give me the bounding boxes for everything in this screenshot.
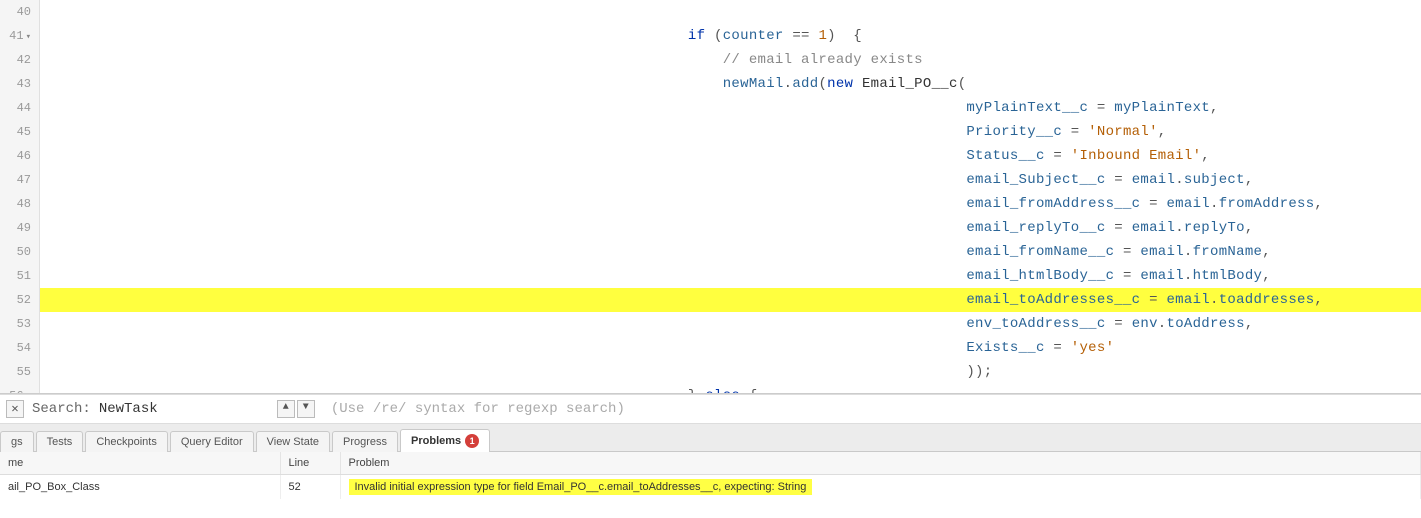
tab-checkpoints[interactable]: Checkpoints [85, 431, 168, 452]
code-line[interactable]: newMail.add(new Email_PO__c( [40, 72, 1421, 96]
line-number: 46 [0, 144, 31, 168]
line-number: 45 [0, 120, 31, 144]
tab-gs[interactable]: gs [0, 431, 34, 452]
tab-problems[interactable]: Problems1 [400, 429, 490, 452]
code-line[interactable]: email_Subject__c = email.subject, [40, 168, 1421, 192]
line-number: 48 [0, 192, 31, 216]
panel-tabbar: gsTestsCheckpointsQuery EditorView State… [0, 424, 1421, 452]
line-gutter: 4041424344454647484950515253545556 [0, 0, 40, 393]
line-number: 41 [0, 24, 31, 48]
search-label: Search: [32, 401, 91, 417]
code-line[interactable]: Status__c = 'Inbound Email', [40, 144, 1421, 168]
code-line[interactable]: myPlainText__c = myPlainText, [40, 96, 1421, 120]
search-hint: (Use /re/ syntax for regexp search) [331, 401, 625, 417]
col-header-problem[interactable]: Problem [340, 452, 1421, 474]
code-line[interactable]: email_toAddresses__c = email.toaddresses… [40, 288, 1421, 312]
code-line[interactable]: email_htmlBody__c = email.htmlBody, [40, 264, 1421, 288]
close-search-button[interactable]: ✕ [6, 400, 24, 418]
problems-count-badge: 1 [465, 434, 479, 448]
problems-table: me Line Problem ail_PO_Box_Class52 Invali… [0, 452, 1421, 499]
line-number: 54 [0, 336, 31, 360]
col-header-name[interactable]: me [0, 452, 280, 474]
tab-progress[interactable]: Progress [332, 431, 398, 452]
line-number: 47 [0, 168, 31, 192]
problem-name: ail_PO_Box_Class [0, 474, 280, 499]
line-number: 52 [0, 288, 31, 312]
code-line[interactable]: )); [40, 360, 1421, 384]
code-line[interactable]: Priority__c = 'Normal', [40, 120, 1421, 144]
code-line[interactable]: if (counter == 1) { [40, 24, 1421, 48]
problem-message-cell: Invalid initial expression type for fiel… [340, 474, 1421, 499]
line-number: 51 [0, 264, 31, 288]
line-number: 49 [0, 216, 31, 240]
code-area[interactable]: if (counter == 1) { // email already exi… [40, 0, 1421, 393]
problem-line: 52 [280, 474, 340, 499]
search-prev-button[interactable]: ▲ [277, 400, 295, 418]
line-number: 44 [0, 96, 31, 120]
line-number: 56 [0, 384, 31, 394]
search-input[interactable] [99, 401, 269, 417]
tab-view-state[interactable]: View State [256, 431, 330, 452]
code-line[interactable]: email_replyTo__c = email.replyTo, [40, 216, 1421, 240]
line-number: 50 [0, 240, 31, 264]
tab-query-editor[interactable]: Query Editor [170, 431, 254, 452]
line-number: 55 [0, 360, 31, 384]
tab-tests[interactable]: Tests [36, 431, 84, 452]
line-number: 53 [0, 312, 31, 336]
search-next-button[interactable]: ▼ [297, 400, 315, 418]
line-number: 43 [0, 72, 31, 96]
code-line[interactable]: email_fromAddress__c = email.fromAddress… [40, 192, 1421, 216]
code-line[interactable] [40, 0, 1421, 24]
line-number: 42 [0, 48, 31, 72]
code-line[interactable]: env_toAddress__c = env.toAddress, [40, 312, 1421, 336]
search-nav: ▲ ▼ [277, 400, 315, 418]
search-bar: ✕ Search: ▲ ▼ (Use /re/ syntax for regex… [0, 394, 1421, 424]
code-line[interactable]: Exists__c = 'yes' [40, 336, 1421, 360]
code-editor: 4041424344454647484950515253545556 if (c… [0, 0, 1421, 394]
problem-row[interactable]: ail_PO_Box_Class52 Invalid initial expres… [0, 474, 1421, 499]
col-header-line[interactable]: Line [280, 452, 340, 474]
code-line[interactable]: } else { [40, 384, 1421, 393]
problems-header-row: me Line Problem [0, 452, 1421, 474]
code-line[interactable]: email_fromName__c = email.fromName, [40, 240, 1421, 264]
code-line[interactable]: // email already exists [40, 48, 1421, 72]
line-number: 40 [0, 0, 31, 24]
problem-message: Invalid initial expression type for fiel… [349, 479, 813, 495]
